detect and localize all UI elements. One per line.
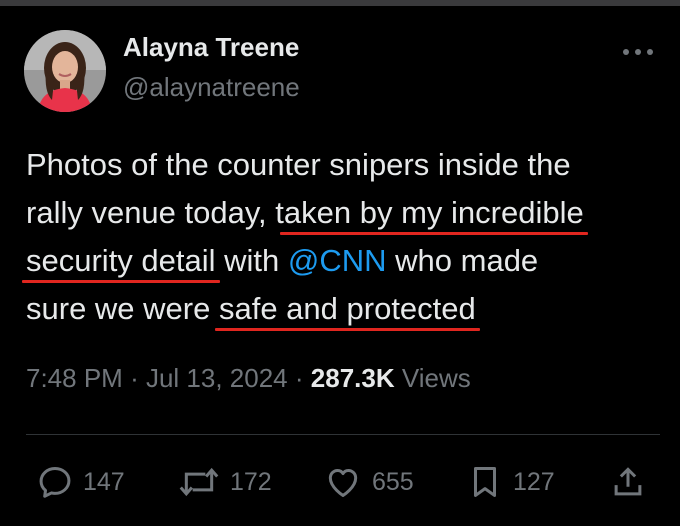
annotation-underline <box>279 232 588 235</box>
share-button[interactable] <box>608 462 648 502</box>
reply-button[interactable]: 147 <box>35 462 125 502</box>
tweet-text-segment: with <box>215 243 288 278</box>
repost-count: 172 <box>230 467 272 496</box>
underlined-phrase: security detail <box>26 243 216 278</box>
tweet-line: sure we were safe and protected <box>26 285 476 333</box>
tweet-text-segment: rally venue today, t <box>26 195 284 230</box>
share-icon <box>614 467 642 496</box>
tweet-text-segment: who made <box>386 243 539 278</box>
repost-button[interactable]: 172 <box>176 462 272 502</box>
underlined-phrase: safe and protected <box>218 291 476 326</box>
profile-photo-icon <box>24 30 106 112</box>
tweet-line: security detail with @CNN who made <box>26 237 538 285</box>
annotation-underline <box>22 280 220 283</box>
tweet-date[interactable]: Jul 13, 2024 <box>146 363 288 393</box>
bookmark-icon <box>473 467 497 497</box>
tweet-line: Photos of the counter snipers inside the <box>26 141 571 189</box>
tweet-card: Alayna Treene @alaynatreene Photos of th… <box>0 6 680 526</box>
reply-count: 147 <box>83 467 125 496</box>
author-display-name[interactable]: Alayna Treene <box>123 32 299 63</box>
tweet-time[interactable]: 7:48 PM <box>26 363 123 393</box>
repost-icon <box>179 467 219 497</box>
more-options-icon[interactable] <box>621 46 655 58</box>
annotation-underline <box>214 328 480 331</box>
like-count: 655 <box>372 467 414 496</box>
avatar[interactable] <box>24 30 106 112</box>
like-button[interactable]: 655 <box>322 462 414 502</box>
tweet-text-segment: sure we were <box>26 291 219 326</box>
tweet-meta: 7:48 PM · Jul 13, 2024 · 287.3K Views <box>26 363 471 394</box>
reply-icon <box>39 467 71 498</box>
meta-separator: · <box>130 363 139 393</box>
views-count: 287.3K <box>310 363 395 393</box>
mention-link[interactable]: @CNN <box>288 243 387 278</box>
heart-icon <box>328 468 358 497</box>
tweet-line: rally venue today, taken by my incredibl… <box>26 189 584 237</box>
views-label: Views <box>401 363 471 393</box>
meta-separator: · <box>294 363 304 393</box>
bookmark-button[interactable]: 127 <box>465 462 555 502</box>
divider <box>26 434 660 435</box>
bookmark-count: 127 <box>513 467 555 496</box>
tweet-text-segment: Photos of the counter snipers inside the <box>26 147 571 182</box>
author-handle[interactable]: @alaynatreene <box>123 72 300 103</box>
underlined-phrase: aken by my incredible <box>283 195 584 230</box>
